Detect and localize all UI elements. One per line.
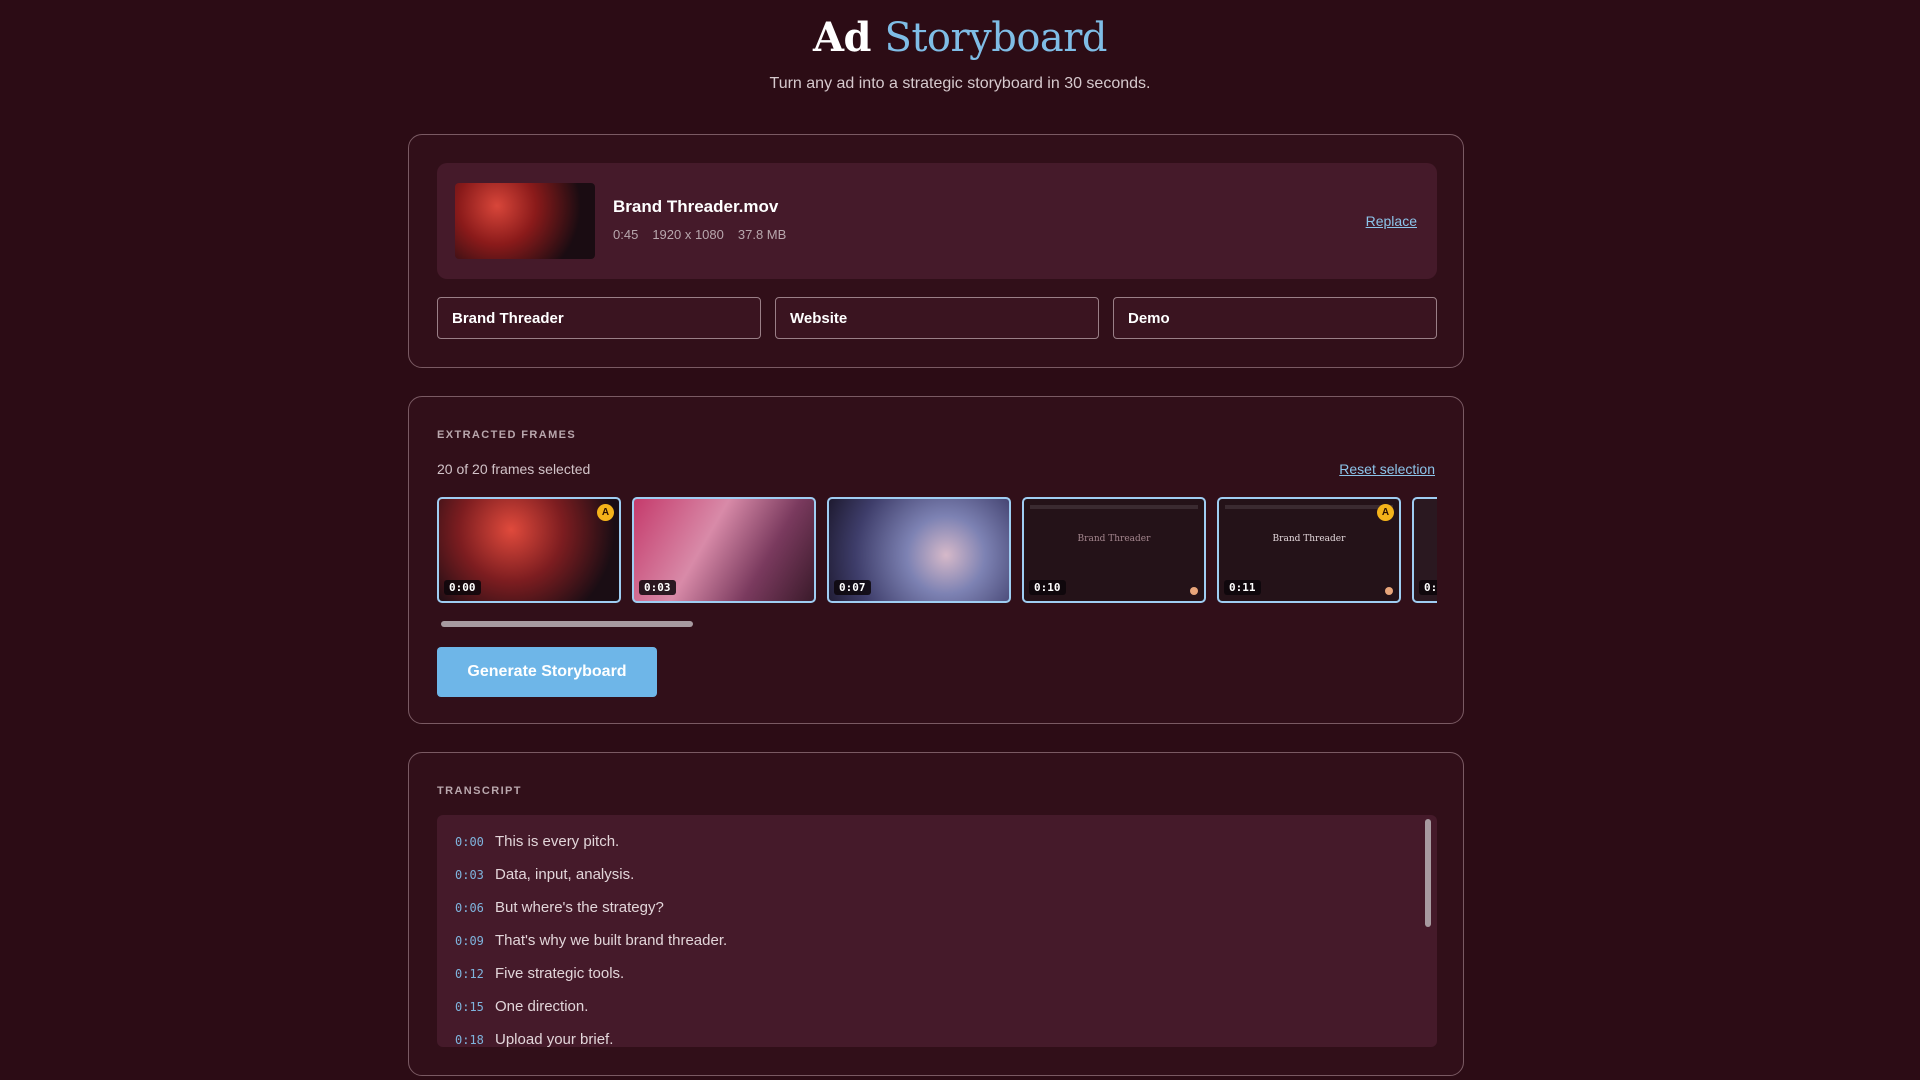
frames-section-label: EXTRACTED FRAMES bbox=[437, 429, 577, 441]
transcript-line: 0:03 Data, input, analysis. bbox=[455, 866, 1419, 899]
frame-timestamp: 0:07 bbox=[834, 580, 871, 595]
transcript-line: 0:06 But where's the strategy? bbox=[455, 899, 1419, 932]
frame-thumbnail[interactable]: Brand Threader 0:10 bbox=[1022, 497, 1206, 603]
mini-browser-bar bbox=[1225, 505, 1393, 509]
file-resolution: 1920 x 1080 bbox=[652, 227, 724, 242]
transcript-text: That's why we built brand threader. bbox=[495, 932, 728, 949]
frames-selected-count: 20 of 20 frames selected bbox=[437, 461, 591, 477]
status-dot-icon bbox=[1190, 587, 1198, 595]
transcript-text: But where's the strategy? bbox=[495, 899, 664, 916]
transcript-text: Upload your brief. bbox=[495, 1031, 614, 1047]
transcript-timestamp[interactable]: 0:03 bbox=[455, 868, 495, 882]
frame-thumbnail[interactable]: 0: bbox=[1412, 497, 1437, 603]
transcript-card: TRANSCRIPT 0:00 This is every pitch. 0:0… bbox=[408, 752, 1464, 1076]
auto-badge: A bbox=[597, 504, 614, 521]
ad-details-fields bbox=[437, 297, 1437, 339]
ad-type-field[interactable] bbox=[1113, 297, 1437, 339]
frame-thumbnail[interactable]: A 0:00 bbox=[437, 497, 621, 603]
reset-selection-link[interactable]: Reset selection bbox=[1339, 461, 1435, 477]
mini-logo: Brand Threader bbox=[1272, 533, 1346, 544]
transcript-timestamp[interactable]: 0:00 bbox=[455, 835, 495, 849]
frame-timestamp: 0:10 bbox=[1029, 580, 1066, 595]
transcript-line: 0:00 This is every pitch. bbox=[455, 833, 1419, 866]
title-main: Ad bbox=[813, 14, 872, 61]
transcript-text: Data, input, analysis. bbox=[495, 866, 635, 883]
transcript-line: 0:09 That's why we built brand threader. bbox=[455, 932, 1419, 965]
transcript-text: This is every pitch. bbox=[495, 833, 620, 850]
page-header: Ad Storyboard Turn any ad into a strateg… bbox=[0, 0, 1920, 93]
transcript-timestamp[interactable]: 0:06 bbox=[455, 901, 495, 915]
mini-browser-bar bbox=[1030, 505, 1198, 509]
frame-thumbnail[interactable]: 0:07 bbox=[827, 497, 1011, 603]
auto-badge: A bbox=[1377, 504, 1394, 521]
transcript-text: Five strategic tools. bbox=[495, 965, 625, 982]
generate-storyboard-button[interactable]: Generate Storyboard bbox=[437, 647, 657, 697]
brand-field[interactable] bbox=[437, 297, 761, 339]
frame-timestamp: 0:03 bbox=[639, 580, 676, 595]
transcript-line: 0:12 Five strategic tools. bbox=[455, 965, 1419, 998]
transcript-list[interactable]: 0:00 This is every pitch. 0:03 Data, inp… bbox=[437, 815, 1437, 1047]
frame-timestamp: 0:11 bbox=[1224, 580, 1261, 595]
file-meta: 0:45 1920 x 1080 37.8 MB bbox=[613, 227, 786, 242]
status-dot-icon bbox=[1385, 587, 1393, 595]
transcript-line: 0:15 One direction. bbox=[455, 998, 1419, 1031]
transcript-scrollbar[interactable] bbox=[1425, 819, 1431, 927]
frames-strip[interactable]: A 0:00 0:03 0:07 Brand Threader 0:10 Bra… bbox=[437, 497, 1437, 605]
transcript-timestamp[interactable]: 0:12 bbox=[455, 967, 495, 981]
transcript-timestamp[interactable]: 0:09 bbox=[455, 934, 495, 948]
upload-card: Brand Threader.mov 0:45 1920 x 1080 37.8… bbox=[408, 134, 1464, 368]
transcript-text: One direction. bbox=[495, 998, 589, 1015]
frame-thumbnail[interactable]: Brand Threader A 0:11 bbox=[1217, 497, 1401, 603]
file-size: 37.8 MB bbox=[737, 227, 787, 242]
transcript-timestamp[interactable]: 0:15 bbox=[455, 1000, 495, 1014]
transcript-line: 0:18 Upload your brief. bbox=[455, 1031, 1419, 1047]
frame-thumbnail[interactable]: 0:03 bbox=[632, 497, 816, 603]
replace-link[interactable]: Replace bbox=[1366, 213, 1417, 229]
title-accent: Storyboard bbox=[884, 15, 1107, 61]
frame-timestamp: 0:00 bbox=[444, 580, 481, 595]
frames-card: EXTRACTED FRAMES 20 of 20 frames selecte… bbox=[408, 396, 1464, 724]
file-info-row: Brand Threader.mov 0:45 1920 x 1080 37.8… bbox=[437, 163, 1437, 279]
transcript-timestamp[interactable]: 0:18 bbox=[455, 1033, 495, 1047]
channel-field[interactable] bbox=[775, 297, 1099, 339]
file-name: Brand Threader.mov bbox=[613, 197, 779, 216]
frame-timestamp: 0: bbox=[1419, 580, 1437, 595]
video-thumbnail bbox=[455, 183, 595, 259]
file-duration: 0:45 bbox=[613, 227, 639, 242]
transcript-section-label: TRANSCRIPT bbox=[437, 785, 522, 797]
page-title: Ad Storyboard bbox=[0, 14, 1920, 61]
frames-scrollbar[interactable] bbox=[441, 621, 693, 627]
mini-logo: Brand Threader bbox=[1077, 533, 1151, 544]
page-subtitle: Turn any ad into a strategic storyboard … bbox=[769, 75, 1151, 92]
